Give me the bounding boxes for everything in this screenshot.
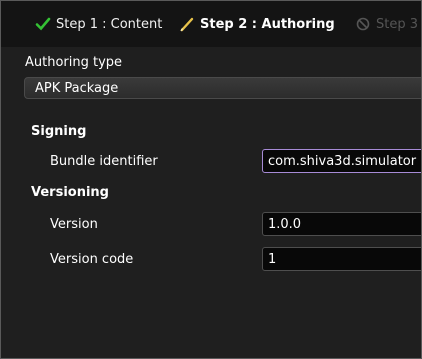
step-2-label: Step 2 : Authoring	[200, 16, 335, 32]
step-1-label: Step 1 : Content	[56, 16, 163, 32]
authoring-type-label: Authoring type	[25, 55, 123, 70]
version-field[interactable]: 1.0.0	[262, 212, 421, 236]
bundle-identifier-label: Bundle identifier	[50, 154, 158, 169]
authoring-type-selected: APK Package	[35, 81, 119, 96]
pencil-icon	[180, 17, 194, 32]
check-icon	[35, 17, 51, 31]
bundle-identifier-field[interactable]: com.shiva3d.simulator	[262, 149, 421, 173]
version-code-field[interactable]: 1	[262, 247, 421, 271]
wizard-steps-bar: Step 1 : Content Step 2 : Authoring Step…	[1, 1, 421, 47]
step-2-authoring[interactable]: Step 2 : Authoring	[179, 16, 335, 32]
authoring-wizard-panel: Step 1 : Content Step 2 : Authoring Step…	[0, 0, 422, 359]
disabled-icon	[356, 17, 370, 31]
version-label: Version	[50, 217, 98, 232]
step-1-content[interactable]: Step 1 : Content	[35, 16, 162, 32]
step-3-label: Step 3 :	[376, 16, 422, 32]
signing-section-title: Signing	[31, 124, 87, 139]
version-value: 1.0.0	[268, 217, 302, 232]
bundle-identifier-value: com.shiva3d.simulator	[268, 154, 417, 169]
version-code-label: Version code	[50, 252, 134, 267]
versioning-section-title: Versioning	[31, 185, 109, 200]
step-3-disabled: Step 3 :	[355, 16, 422, 32]
authoring-type-dropdown[interactable]: APK Package	[24, 77, 421, 99]
version-code-value: 1	[268, 252, 277, 267]
